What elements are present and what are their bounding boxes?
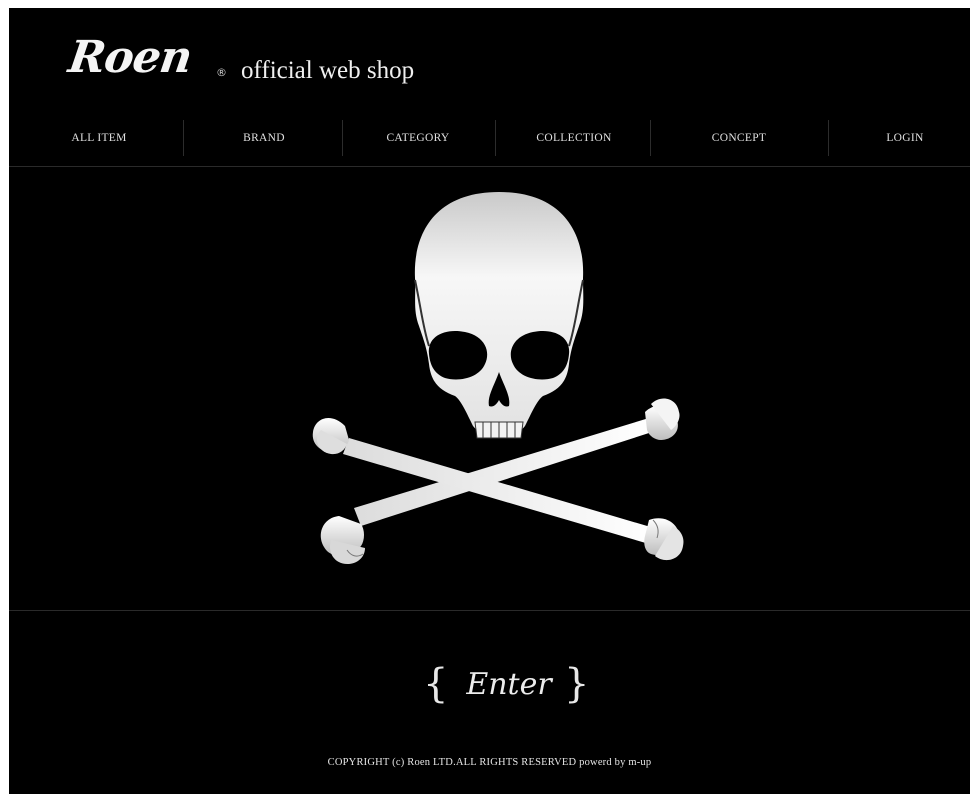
site-header: Roen ® official web shop [9, 8, 970, 120]
roen-logo[interactable]: Roen [65, 32, 194, 83]
nav-divider [183, 120, 184, 156]
nav-divider [342, 120, 343, 156]
hero-banner [9, 168, 970, 611]
nav-item-all-item[interactable]: ALL ITEM [39, 120, 159, 167]
page-frame: Roen ® official web shop ALL ITEM BRAND … [9, 8, 970, 794]
main-nav: ALL ITEM BRAND CATEGORY COLLECTION CONCE… [9, 120, 970, 167]
open-brace: { [423, 661, 449, 707]
enter-section: { Enter } [9, 664, 970, 716]
nav-divider [650, 120, 651, 156]
nav-divider [828, 120, 829, 156]
nav-item-login[interactable]: LOGIN [855, 120, 955, 167]
registered-mark: ® [216, 66, 227, 79]
nav-item-collection[interactable]: COLLECTION [509, 120, 639, 167]
enter-button[interactable]: Enter [449, 670, 569, 700]
nav-item-category[interactable]: CATEGORY [359, 120, 477, 167]
nav-item-brand[interactable]: BRAND [205, 120, 323, 167]
skull [414, 192, 584, 450]
close-brace: } [564, 661, 590, 707]
copyright-text: COPYRIGHT (c) Roen LTD.ALL RIGHTS RESERV… [327, 757, 652, 768]
nav-divider [495, 120, 496, 156]
shop-label: official web shop [241, 57, 415, 84]
nav-item-concept[interactable]: CONCEPT [679, 120, 799, 167]
skull-and-crossbones-icon [312, 192, 684, 565]
